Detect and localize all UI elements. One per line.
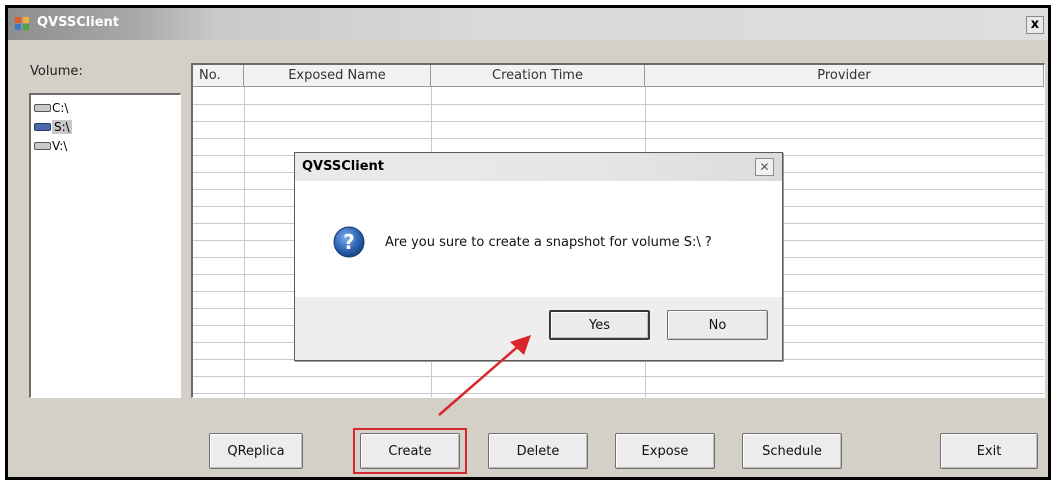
title-bar: QVSSClient x [8,8,1048,40]
question-icon: ? [333,226,365,258]
dialog-message: Are you sure to create a snapshot for vo… [385,235,712,250]
grid-column-line [244,87,245,397]
window-close-button[interactable]: x [1026,16,1044,34]
drive-icon [34,103,51,112]
yes-button[interactable]: Yes [549,310,650,340]
schedule-button[interactable]: Schedule [742,433,842,469]
dialog-title: QVSSClient [302,159,384,174]
qreplica-button[interactable]: QReplica [209,433,303,469]
column-header-exposed-name[interactable]: Exposed Name [244,65,431,87]
dialog-close-button[interactable]: ✕ [755,158,774,176]
dialog-footer: Yes No [295,297,782,360]
volume-item-label: V:\ [52,138,68,153]
delete-button[interactable]: Delete [488,433,588,469]
grid-row-line [193,121,1044,122]
volume-item-c[interactable]: C:\ [34,100,68,115]
app-icon [15,17,29,30]
no-button[interactable]: No [667,310,768,340]
exit-button[interactable]: Exit [940,433,1038,469]
volume-label: Volume: [30,64,83,79]
drive-icon [34,122,51,131]
column-header-creation-time[interactable]: Creation Time [431,65,645,87]
column-header-provider[interactable]: Provider [645,65,1044,87]
svg-text:?: ? [343,230,355,254]
grid-row-line [193,376,1044,377]
volume-item-s[interactable]: S:\ [34,119,72,134]
grid-row-line [193,393,1044,394]
column-header-no[interactable]: No. [193,65,244,87]
drive-icon [34,141,51,150]
expose-button[interactable]: Expose [615,433,715,469]
volume-item-v[interactable]: V:\ [34,138,67,153]
volume-item-label: S:\ [52,119,72,134]
table-header: No. Exposed Name Creation Time Provider [193,65,1044,87]
dialog-body: ? Are you sure to create a snapshot for … [295,181,782,297]
grid-row-line [193,138,1044,139]
main-window: QVSSClient x Volume: C:\ S:\ V:\ No. Exp… [5,5,1051,480]
volume-list[interactable]: C:\ S:\ V:\ [29,93,181,398]
dialog-title-bar: QVSSClient ✕ [295,153,782,181]
confirm-dialog: QVSSClient ✕ ? Are you sure to create a … [294,152,783,361]
window-title: QVSSClient [37,15,119,30]
volume-item-label: C:\ [52,100,69,115]
create-button-highlight [353,428,467,474]
grid-row-line [193,104,1044,105]
